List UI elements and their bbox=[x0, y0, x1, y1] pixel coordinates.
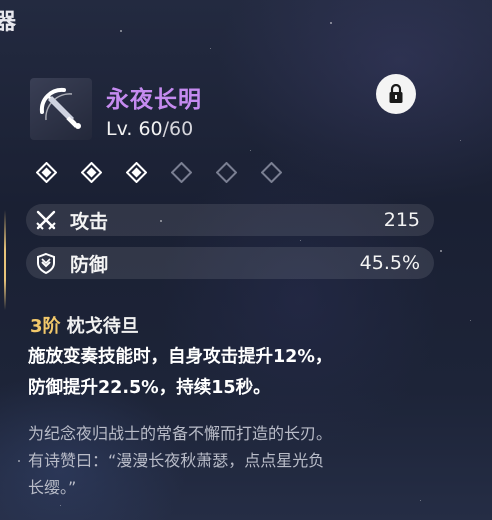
lore-line: 长缨。” bbox=[28, 478, 77, 497]
side-accent-bar bbox=[4, 210, 6, 310]
weapon-level: Lv. 60/60 bbox=[106, 118, 193, 140]
passive-description: 施放变奏技能时，自身攻击提升12%， 防御提升22.5%，持续15秒。 bbox=[28, 342, 468, 404]
weapon-icon bbox=[30, 78, 92, 140]
weapon-name: 永夜长明 bbox=[106, 87, 202, 113]
level-max: /60 bbox=[162, 118, 194, 140]
passive-title: 3阶 枕戈待旦 bbox=[30, 312, 139, 338]
stat-value-attack: 215 bbox=[383, 209, 420, 231]
rank-diamond-filled-icon bbox=[81, 162, 102, 183]
stat-label-defense: 防御 bbox=[70, 253, 109, 276]
level-current: 60 bbox=[138, 118, 163, 140]
rank-diamond-empty-icon bbox=[171, 162, 192, 183]
shield-icon bbox=[34, 251, 58, 275]
panel-title-fragment: 器 bbox=[0, 10, 17, 35]
level-prefix: Lv. bbox=[106, 118, 139, 140]
passive-name: 枕戈待旦 bbox=[60, 316, 139, 337]
crossed-swords-icon bbox=[34, 208, 58, 232]
rank-diamond-empty-icon bbox=[216, 162, 237, 183]
lock-icon bbox=[389, 84, 403, 103]
passive-rank: 3阶 bbox=[30, 316, 61, 337]
refinement-rank-indicator bbox=[36, 162, 282, 183]
passive-description-line: 施放变奏技能时，自身攻击提升12%， bbox=[28, 347, 333, 367]
stat-value-defense: 45.5% bbox=[359, 252, 420, 274]
stat-row-attack: 攻击 215 bbox=[26, 204, 434, 236]
lock-button[interactable] bbox=[376, 74, 416, 114]
rank-diamond-filled-icon bbox=[126, 162, 147, 183]
lore-line: 有诗赞曰：“漫漫长夜秋萧瑟，点点星光负 bbox=[28, 451, 325, 470]
stat-row-defense: 防御 45.5% bbox=[26, 247, 434, 279]
rank-diamond-filled-icon bbox=[36, 162, 57, 183]
lore-line: 为纪念夜归战士的常备不懈而打造的长刃。 bbox=[28, 424, 333, 443]
lore-text: 为纪念夜归战士的常备不懈而打造的长刃。 有诗赞曰：“漫漫长夜秋萧瑟，点点星光负 … bbox=[28, 420, 478, 501]
sword-icon bbox=[39, 87, 81, 129]
stat-label-attack: 攻击 bbox=[70, 210, 109, 233]
passive-description-line: 防御提升22.5%，持续15秒。 bbox=[28, 378, 271, 398]
rank-diamond-empty-icon bbox=[261, 162, 282, 183]
